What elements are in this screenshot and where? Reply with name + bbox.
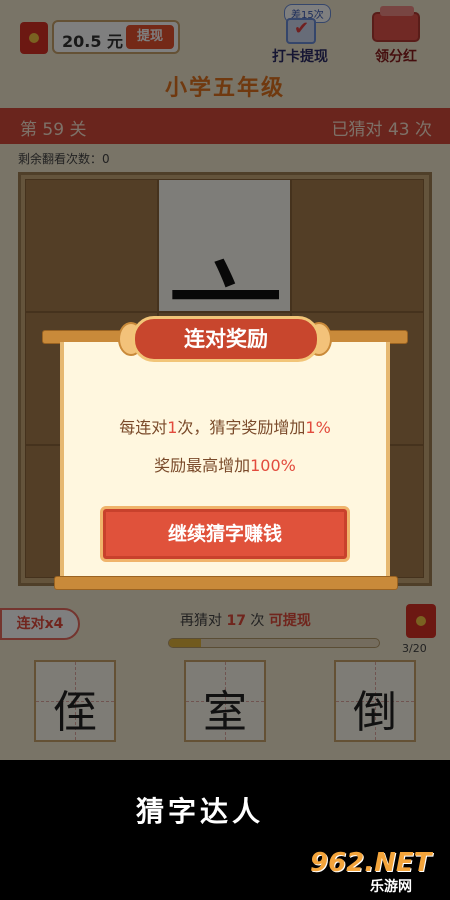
watermark-logo: 962.NET 乐游网 <box>310 848 444 896</box>
choice-char-text: 室 <box>203 687 247 738</box>
choice-char-text: 侄 <box>53 687 97 738</box>
modal-title: 连对奖励 <box>132 316 320 362</box>
scroll-rod-bottom <box>54 576 398 590</box>
watermark-sub: 乐游网 <box>370 879 412 895</box>
line2-b: 100% <box>250 456 296 475</box>
line1-b: 1 <box>167 418 178 437</box>
line1-c: 次，猜字奖励增加 <box>177 418 306 437</box>
caption: 猜字达人 <box>135 795 264 828</box>
modal-line-1: 每连对1次，猜字奖励增加1% <box>60 414 390 438</box>
line2-a: 奖励最高增加 <box>154 456 251 475</box>
line1-a: 每连对 <box>119 418 168 437</box>
choice-char-text: 倒 <box>353 687 397 738</box>
continue-button[interactable]: 继续猜字赚钱 <box>100 506 350 562</box>
modal-line-2: 奖励最高增加100% <box>60 452 390 476</box>
line1-d: 1% <box>305 418 331 437</box>
watermark-main: 962.NET <box>310 848 432 878</box>
